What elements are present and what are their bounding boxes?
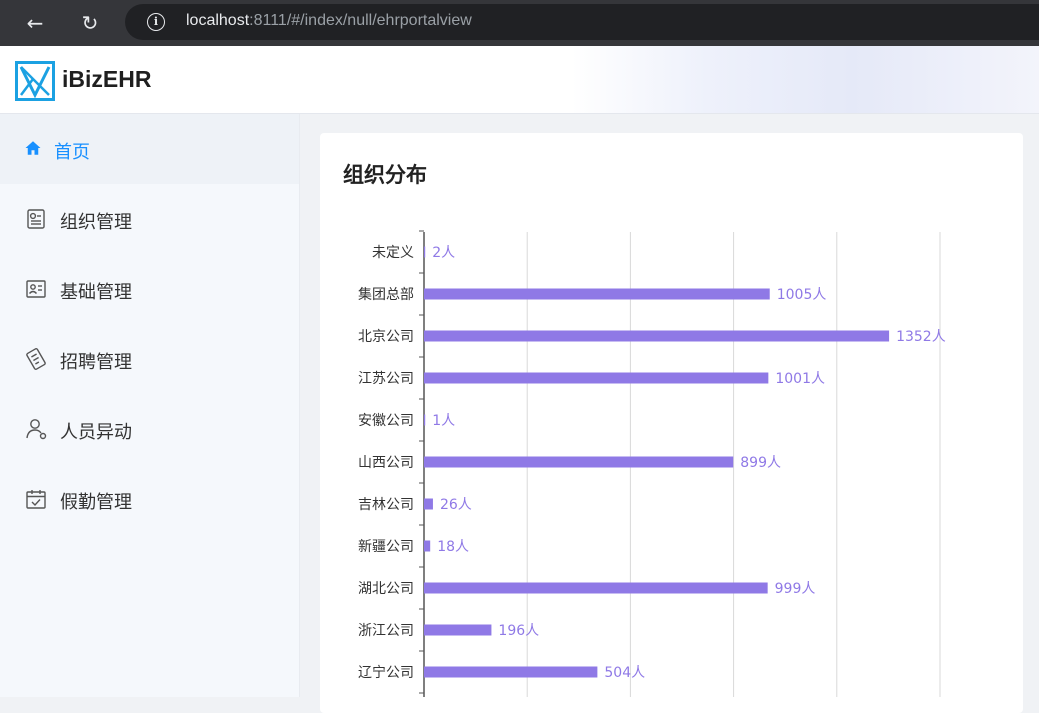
sidebar-item-label: 招聘管理 — [60, 352, 132, 373]
sidebar-item-attendance[interactable]: 假勤管理 — [0, 464, 299, 534]
bar — [424, 372, 769, 384]
y-tick-label: 山西公司 — [358, 455, 414, 471]
app-title[interactable]: iBizEHR — [62, 66, 151, 93]
back-arrow-icon[interactable]: ← — [19, 7, 51, 39]
sidebar-item-recruitment[interactable]: 招聘管理 — [0, 324, 299, 394]
y-tick-label: 吉林公司 — [358, 497, 414, 513]
y-tick-label: 未定义 — [372, 245, 414, 261]
bar — [424, 540, 431, 552]
bar — [424, 246, 426, 258]
data-label: 196人 — [498, 623, 539, 639]
data-label: 18人 — [437, 539, 469, 555]
bar — [424, 666, 598, 678]
bar — [424, 288, 770, 300]
data-label: 504人 — [604, 665, 645, 681]
sidebar-item-home[interactable]: 首页 — [0, 114, 299, 184]
sidebar-item-label: 首页 — [54, 142, 90, 163]
y-tick-label: 集团总部 — [358, 286, 414, 303]
url-host: localhost — [186, 12, 250, 29]
app-header: iBizEHR — [0, 46, 1039, 114]
url-path: :8111/#/index/null/ehrportalview — [249, 12, 472, 29]
data-label: 899人 — [740, 455, 781, 471]
y-tick-label: 江苏公司 — [358, 371, 414, 387]
y-tick-label: 北京公司 — [358, 329, 414, 345]
reload-icon[interactable]: ↻ — [74, 7, 106, 39]
document-icon — [26, 348, 46, 370]
bar — [424, 582, 768, 594]
browser-toolbar: ← ↻ i localhost:8111/#/index/null/ehrpor… — [0, 0, 1039, 46]
data-label: 1人 — [432, 413, 455, 429]
data-label: 2人 — [432, 245, 455, 261]
bar — [424, 498, 433, 510]
data-label: 1352人 — [896, 329, 946, 345]
sidebar-item-label: 人员异动 — [60, 422, 132, 443]
data-label: 1005人 — [777, 287, 827, 303]
y-tick-label: 湖北公司 — [358, 581, 414, 597]
data-label: 26人 — [440, 497, 472, 513]
sidebar-item-basic-management[interactable]: 基础管理 — [0, 254, 299, 324]
address-bar[interactable]: i localhost:8111/#/index/null/ehrportalv… — [125, 4, 1039, 40]
bar — [424, 414, 426, 426]
y-tick-label: 安徽公司 — [358, 413, 414, 429]
calendar-icon — [26, 490, 46, 509]
id-card-icon — [26, 280, 46, 298]
sidebar-item-personnel-change[interactable]: 人员异动 — [0, 394, 299, 464]
sidebar-item-label: 基础管理 — [60, 282, 132, 303]
sidebar: 首页 组织管理 基础管理 招聘管理 人员异动 假勤管理 — [0, 114, 300, 697]
person-icon — [26, 419, 47, 440]
y-tick-label: 浙江公司 — [358, 623, 414, 639]
org-distribution-card: 组织分布 未定义 2人 集团总部 1005人 北京公司 1352人 江苏公司 1001人 安徽公… — [320, 133, 1023, 713]
ibiz-logo-icon[interactable] — [15, 61, 55, 101]
info-icon[interactable]: i — [147, 13, 165, 31]
bar — [424, 624, 492, 636]
bar — [424, 456, 734, 468]
sidebar-item-org-management[interactable]: 组织管理 — [0, 184, 299, 254]
bar — [424, 330, 890, 342]
org-settings-icon — [27, 209, 45, 229]
data-label: 999人 — [775, 581, 816, 597]
y-tick-label: 新疆公司 — [358, 539, 414, 555]
org-distribution-chart: 未定义 2人集团总部 1005人北京公司 1352人江苏公司 1001人安徽公司 1人山西… — [358, 230, 946, 697]
y-tick-label: 辽宁公司 — [358, 664, 414, 681]
sidebar-item-label: 假勤管理 — [60, 492, 132, 513]
data-label: 1001人 — [775, 371, 825, 387]
sidebar-item-label: 组织管理 — [60, 212, 132, 233]
home-icon — [25, 141, 41, 155]
url-text[interactable]: localhost:8111/#/index/null/ehrportalvie… — [186, 12, 472, 30]
